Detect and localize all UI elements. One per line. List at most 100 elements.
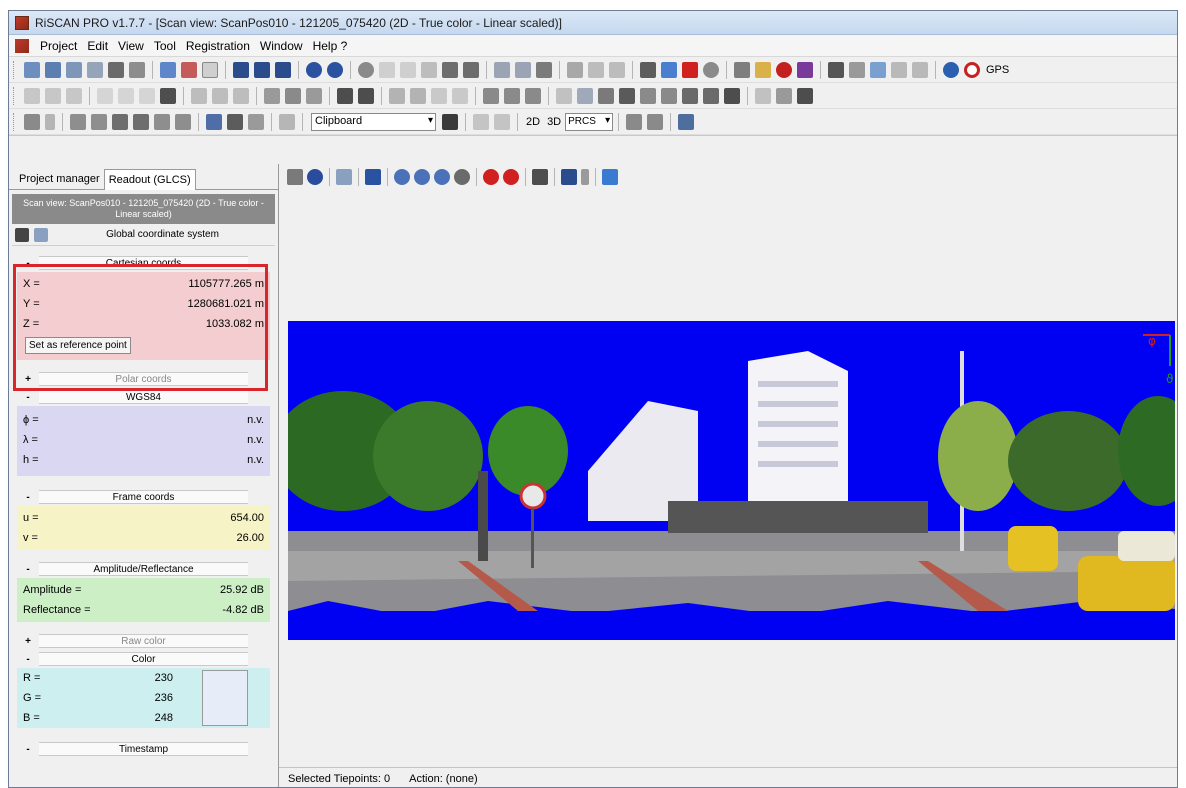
lock-icon[interactable] (15, 227, 29, 242)
toolbar-grip[interactable] (13, 86, 17, 105)
display-mode-icon[interactable] (561, 169, 577, 185)
bookmark-icon[interactable] (525, 87, 541, 104)
folder-icon[interactable] (755, 61, 771, 78)
filter2-icon[interactable] (661, 87, 677, 104)
tiepoint-add-icon[interactable] (306, 87, 322, 104)
cylinder-icon[interactable] (797, 87, 813, 104)
flag-icon[interactable] (483, 87, 499, 104)
panorama-scan-image[interactable]: φ ϑ (288, 321, 1175, 640)
image-icon[interactable] (206, 113, 222, 130)
info-icon[interactable] (358, 61, 374, 78)
dot-icon[interactable] (556, 87, 572, 104)
frame-toggle[interactable]: - (17, 492, 39, 503)
split-view-icon[interactable] (254, 61, 270, 78)
grid2-icon[interactable] (285, 87, 301, 104)
mountain2-icon[interactable] (609, 61, 625, 78)
tree-icon[interactable] (24, 87, 40, 104)
menu-registration[interactable]: Registration (181, 39, 255, 53)
image3-icon[interactable] (248, 113, 264, 130)
corner-icon[interactable] (724, 87, 740, 104)
color-map-icon[interactable] (602, 169, 618, 185)
undo-icon[interactable] (483, 169, 499, 185)
menu-help[interactable]: Help ? (308, 39, 353, 53)
object-icon[interactable] (442, 61, 458, 78)
copy5-icon[interactable] (154, 113, 170, 130)
tools2-icon[interactable] (494, 113, 510, 130)
up-icon[interactable] (337, 87, 353, 104)
amplitude-toggle[interactable]: - (17, 564, 39, 575)
copy3-icon[interactable] (112, 113, 128, 130)
line-icon[interactable] (400, 61, 416, 78)
back-icon[interactable] (365, 169, 381, 185)
deselect-icon[interactable] (181, 61, 197, 78)
filter-icon[interactable] (536, 61, 552, 78)
zoom-reset-icon[interactable] (454, 169, 470, 185)
script-icon[interactable] (849, 61, 865, 78)
marker-icon[interactable] (66, 87, 82, 104)
gps-button[interactable]: GPS (986, 64, 1009, 76)
block-icon[interactable] (682, 87, 698, 104)
sort-icon[interactable] (336, 169, 352, 185)
redo-icon[interactable] (503, 169, 519, 185)
color-icon[interactable] (797, 61, 813, 78)
clipboard-select[interactable]: Clipboard (311, 112, 436, 131)
n-icon[interactable] (431, 87, 447, 104)
report-icon[interactable] (640, 61, 656, 78)
tools-icon[interactable] (473, 113, 489, 130)
mountain-icon[interactable] (588, 61, 604, 78)
polar-toggle[interactable]: + (17, 374, 39, 385)
polygon-icon[interactable] (118, 87, 134, 104)
zoom-in-icon[interactable] (394, 169, 410, 185)
image2-icon[interactable] (227, 113, 243, 130)
properties-icon[interactable] (734, 61, 750, 78)
tie3-icon[interactable] (233, 87, 249, 104)
menu-edit[interactable]: Edit (82, 39, 113, 53)
help-icon[interactable] (912, 61, 928, 78)
square-icon[interactable] (640, 87, 656, 104)
dropdown-icon[interactable] (577, 87, 593, 104)
measure2-icon[interactable] (755, 87, 771, 104)
rectangle-icon[interactable] (97, 87, 113, 104)
cross-icon[interactable] (421, 61, 437, 78)
tiepoint-icon[interactable] (567, 61, 583, 78)
view-properties-icon[interactable] (287, 169, 303, 185)
flag2-icon[interactable] (504, 87, 520, 104)
tie2-icon[interactable] (212, 87, 228, 104)
block2-icon[interactable] (703, 87, 719, 104)
up2-icon[interactable] (358, 87, 374, 104)
zoom-out-icon[interactable] (414, 169, 430, 185)
layers-icon[interactable] (87, 61, 103, 78)
plane2-icon[interactable] (410, 87, 426, 104)
arrow-left-icon[interactable] (306, 61, 322, 78)
grid3-icon[interactable] (598, 87, 614, 104)
info-icon[interactable] (307, 169, 323, 185)
timestamp-toggle[interactable]: - (17, 744, 39, 755)
star-icon[interactable] (515, 61, 531, 78)
chevron-down-icon[interactable] (45, 113, 55, 130)
toolbar-grip[interactable] (13, 112, 17, 131)
menu-view[interactable]: View (113, 39, 149, 53)
color-toggle[interactable]: - (17, 654, 39, 665)
export-image-icon[interactable] (532, 169, 548, 185)
transform-icon[interactable] (626, 113, 643, 130)
clipboard-icon[interactable] (828, 61, 844, 78)
plane-icon[interactable] (389, 87, 405, 104)
copy4-icon[interactable] (133, 113, 149, 130)
record-icon[interactable] (964, 61, 980, 78)
menu-tool[interactable]: Tool (149, 39, 181, 53)
raw-color-toggle[interactable]: + (17, 636, 39, 647)
stop-icon[interactable] (776, 61, 792, 78)
globe-gray-icon[interactable] (703, 61, 719, 78)
walk-icon[interactable] (279, 113, 295, 130)
tile-icon[interactable] (275, 61, 291, 78)
prcs-select[interactable]: PRCS (565, 112, 614, 131)
tab-project-manager[interactable]: Project manager (15, 169, 104, 189)
set-reference-point-button[interactable]: Set as reference point (25, 337, 131, 354)
network-icon[interactable] (870, 61, 886, 78)
object2-icon[interactable] (463, 61, 479, 78)
transform2-icon[interactable] (647, 113, 664, 130)
tie-icon[interactable] (191, 87, 207, 104)
menu-project[interactable]: Project (35, 39, 82, 53)
chevron-down-icon[interactable] (581, 169, 589, 185)
window-icon[interactable] (233, 61, 249, 78)
